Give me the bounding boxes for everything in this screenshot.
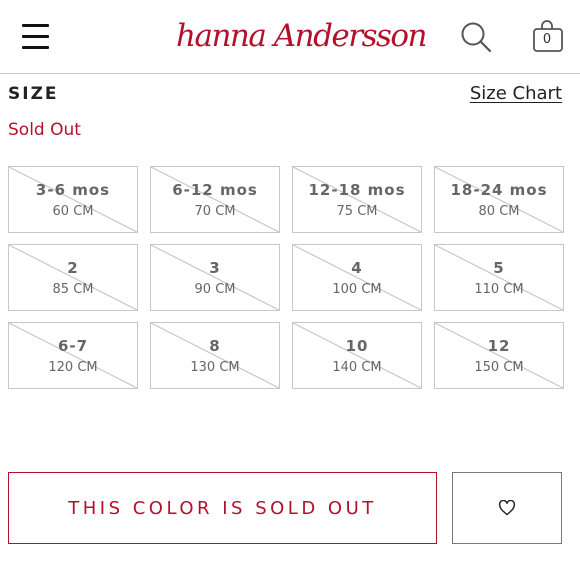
size-option[interactable]: 2 85 CM	[8, 244, 138, 311]
size-option-cm: 90 CM	[194, 282, 236, 297]
size-option[interactable]: 18-24 mos 80 CM	[434, 166, 564, 233]
size-option-label: 2	[67, 259, 79, 277]
unavailable-strike-icon	[293, 167, 421, 232]
site-header: hanna Andersson 0	[0, 0, 580, 74]
hamburger-menu-icon[interactable]	[22, 24, 50, 50]
sold-out-status: Sold Out	[8, 120, 81, 140]
search-icon[interactable]	[459, 21, 493, 55]
size-option-label: 6-12 mos	[172, 181, 258, 199]
size-option-cm: 80 CM	[478, 204, 520, 219]
shopping-bag-icon[interactable]: 0	[531, 19, 565, 55]
size-option-label: 5	[493, 259, 505, 277]
size-option-cm: 120 CM	[48, 360, 98, 375]
size-option-cm: 140 CM	[332, 360, 382, 375]
size-option-cm: 130 CM	[190, 360, 240, 375]
sold-out-button[interactable]: THIS COLOR IS SOLD OUT	[8, 472, 437, 544]
brand-logo[interactable]: hanna Andersson	[176, 16, 428, 56]
size-option-label: 4	[351, 259, 363, 277]
size-option[interactable]: 6-7 120 CM	[8, 322, 138, 389]
cart-count: 0	[542, 32, 552, 47]
size-option-cm: 70 CM	[194, 204, 236, 219]
size-option-label: 8	[209, 337, 221, 355]
unavailable-strike-icon	[435, 167, 563, 232]
size-option[interactable]: 10 140 CM	[292, 322, 422, 389]
unavailable-strike-icon	[293, 323, 421, 388]
size-option-label: 12	[487, 337, 511, 355]
size-option-cm: 150 CM	[474, 360, 524, 375]
size-option-cm: 85 CM	[52, 282, 94, 297]
unavailable-strike-icon	[151, 167, 279, 232]
size-option-cm: 100 CM	[332, 282, 382, 297]
size-option[interactable]: 3-6 mos 60 CM	[8, 166, 138, 233]
unavailable-strike-icon	[435, 245, 563, 310]
unavailable-strike-icon	[9, 245, 137, 310]
size-option-cm: 110 CM	[474, 282, 524, 297]
size-option[interactable]: 5 110 CM	[434, 244, 564, 311]
add-to-wishlist-button[interactable]	[452, 472, 562, 544]
size-option[interactable]: 12-18 mos 75 CM	[292, 166, 422, 233]
unavailable-strike-icon	[9, 323, 137, 388]
size-option[interactable]: 6-12 mos 70 CM	[150, 166, 280, 233]
size-option[interactable]: 4 100 CM	[292, 244, 422, 311]
unavailable-strike-icon	[151, 245, 279, 310]
size-option[interactable]: 3 90 CM	[150, 244, 280, 311]
size-option-label: 18-24 mos	[450, 181, 548, 199]
size-option-label: 12-18 mos	[308, 181, 406, 199]
size-option-label: 10	[345, 337, 369, 355]
size-option-label: 3-6 mos	[35, 181, 111, 199]
size-option[interactable]: 8 130 CM	[150, 322, 280, 389]
size-option-cm: 60 CM	[52, 204, 94, 219]
size-option-label: 6-7	[57, 337, 89, 355]
size-option-label: 3	[209, 259, 221, 277]
unavailable-strike-icon	[293, 245, 421, 310]
size-option-cm: 75 CM	[336, 204, 378, 219]
unavailable-strike-icon	[9, 167, 137, 232]
size-chart-link[interactable]: Size Chart	[470, 83, 562, 104]
size-label: SIZE	[8, 84, 59, 104]
unavailable-strike-icon	[435, 323, 563, 388]
heart-icon	[498, 500, 516, 516]
size-option[interactable]: 12 150 CM	[434, 322, 564, 389]
unavailable-strike-icon	[151, 323, 279, 388]
